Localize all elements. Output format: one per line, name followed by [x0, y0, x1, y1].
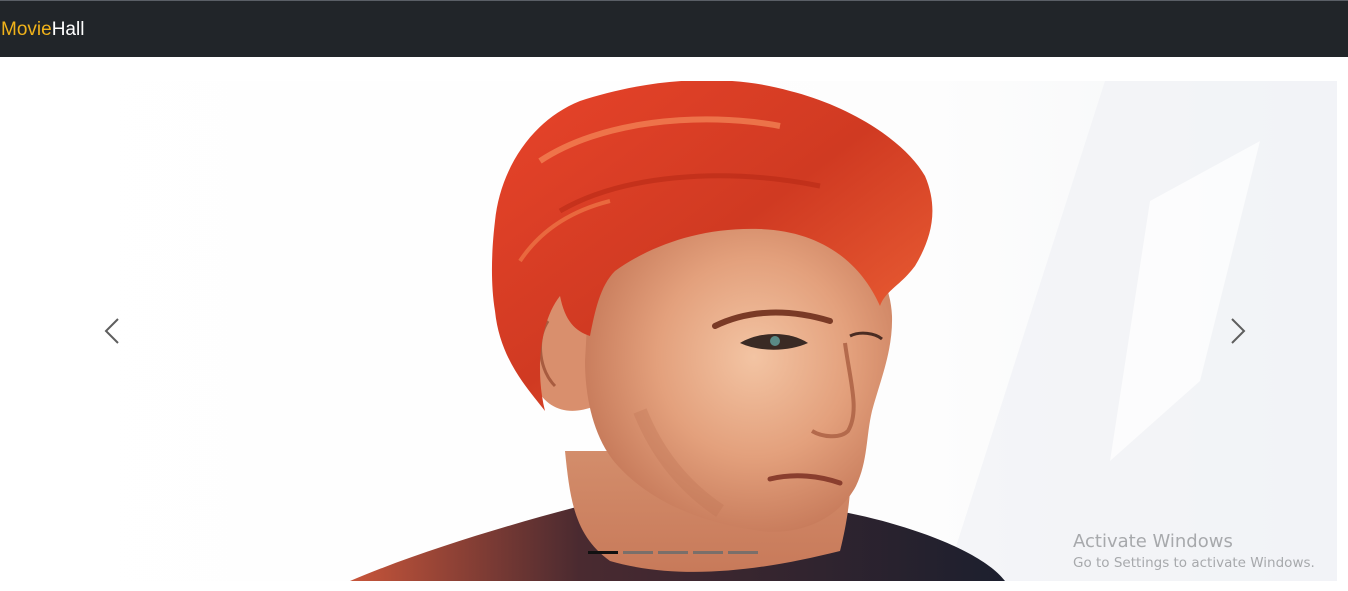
chevron-right-icon — [1231, 318, 1246, 344]
carousel-indicator-3[interactable] — [658, 551, 688, 554]
top-navbar: MovieHall — [0, 0, 1348, 57]
carousel-indicator-5[interactable] — [728, 551, 758, 554]
carousel-indicators — [588, 551, 758, 555]
brand-logo-link[interactable]: MovieHall — [1, 19, 84, 41]
brand-text-hall: Hall — [51, 19, 85, 40]
carousel-prev-button[interactable] — [92, 311, 132, 351]
hero-carousel — [0, 81, 1337, 581]
carousel-indicator-1[interactable] — [588, 551, 618, 554]
carousel-slide-image — [0, 81, 1337, 581]
carousel-indicator-2[interactable] — [623, 551, 653, 554]
carousel-next-button[interactable] — [1218, 311, 1258, 351]
chevron-left-icon — [104, 318, 119, 344]
carousel-indicator-4[interactable] — [693, 551, 723, 554]
brand-text-movie: Movie — [1, 19, 52, 40]
